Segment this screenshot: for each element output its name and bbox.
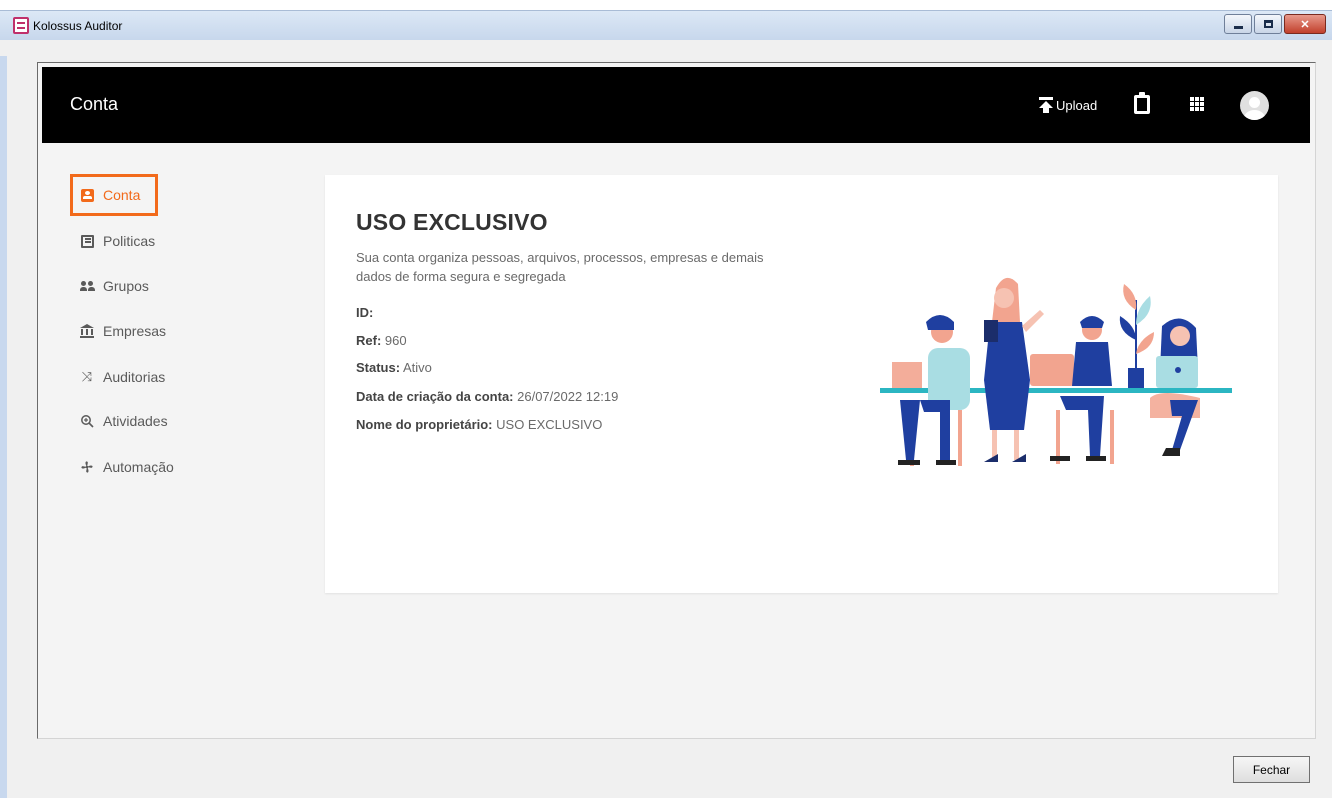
bank-icon: [80, 324, 94, 338]
field-label: Nome do proprietário:: [356, 417, 493, 432]
field-owner: Nome do proprietário: USO EXCLUSIVO: [356, 417, 602, 432]
account-description: Sua conta organiza pessoas, arquivos, pr…: [356, 250, 764, 284]
minimize-icon: [1233, 25, 1243, 29]
field-created-date: Data de criação da conta: 26/07/2022 12:…: [356, 389, 618, 404]
sidebar-item-label: Empresas: [103, 323, 167, 339]
upload-button[interactable]: Upload: [1038, 94, 1097, 116]
sidebar-item-label: Politicas: [103, 233, 156, 249]
field-ref: Ref: 960: [356, 333, 407, 348]
field-id: ID:: [356, 305, 373, 320]
window-titlebar: Kolossus Auditor ✕: [0, 0, 1332, 56]
app-icon: [13, 17, 29, 34]
sidebar-item-grupos[interactable]: Grupos: [80, 275, 149, 297]
avatar[interactable]: [1240, 91, 1269, 120]
field-value: 960: [384, 333, 407, 348]
maximize-button[interactable]: [1254, 14, 1282, 34]
apps-grid-icon[interactable]: [1190, 97, 1204, 111]
close-window-button[interactable]: ✕: [1284, 14, 1326, 34]
field-value: Ativo: [402, 360, 432, 375]
sidebar-item-conta[interactable]: Conta: [80, 184, 140, 206]
sidebar-item-automacao[interactable]: Automação: [80, 456, 174, 478]
field-label: Status:: [356, 360, 401, 375]
sidebar-item-label: Auditorias: [103, 369, 166, 385]
window-left-edge: [0, 56, 7, 798]
policy-icon: [80, 234, 94, 248]
field-label: Data de criação da conta:: [356, 389, 514, 404]
field-value: USO EXCLUSIVO: [496, 417, 603, 432]
sidebar-item-label: Automação: [103, 459, 174, 475]
page-title: Conta: [70, 94, 119, 114]
field-label: ID:: [356, 305, 374, 320]
app-header: Conta Upload: [42, 67, 1310, 143]
account-title: USO EXCLUSIVO: [356, 209, 548, 235]
window-title: Kolossus Auditor: [33, 19, 123, 33]
sidebar-item-label: Atividades: [103, 413, 168, 429]
upload-label: Upload: [1056, 97, 1098, 113]
sidebar-item-label: Conta: [103, 187, 141, 203]
sidebar-item-atividades[interactable]: Atividades: [80, 410, 168, 432]
titlebar-strip: [0, 10, 1332, 40]
minimize-button[interactable]: [1224, 14, 1252, 34]
zoom-icon: [80, 414, 94, 428]
sidebar-item-politicas[interactable]: Politicas: [80, 230, 155, 252]
fan-icon: [80, 460, 94, 474]
close-icon: ✕: [1300, 18, 1310, 31]
upload-icon: [1038, 96, 1054, 114]
team-illustration: [880, 277, 1232, 466]
sidebar-item-auditorias[interactable]: ⤨ Auditorias: [80, 366, 165, 388]
field-label: Ref:: [356, 333, 382, 348]
account-box-icon: [80, 188, 94, 202]
groups-icon: [80, 279, 95, 293]
clipboard-icon[interactable]: [1134, 92, 1150, 114]
close-button[interactable]: Fechar: [1233, 756, 1310, 783]
account-card: USO EXCLUSIVO Sua conta organiza pessoas…: [325, 175, 1278, 593]
maximize-icon: [1263, 20, 1273, 28]
window-controls: ✕: [1224, 14, 1326, 34]
field-value: 26/07/2022 12:19: [517, 389, 619, 404]
sidebar-item-empresas[interactable]: Empresas: [80, 320, 166, 342]
shuffle-icon: ⤨: [81, 369, 93, 384]
field-status: Status: Ativo: [356, 360, 432, 375]
sidebar-item-label: Grupos: [103, 278, 149, 294]
